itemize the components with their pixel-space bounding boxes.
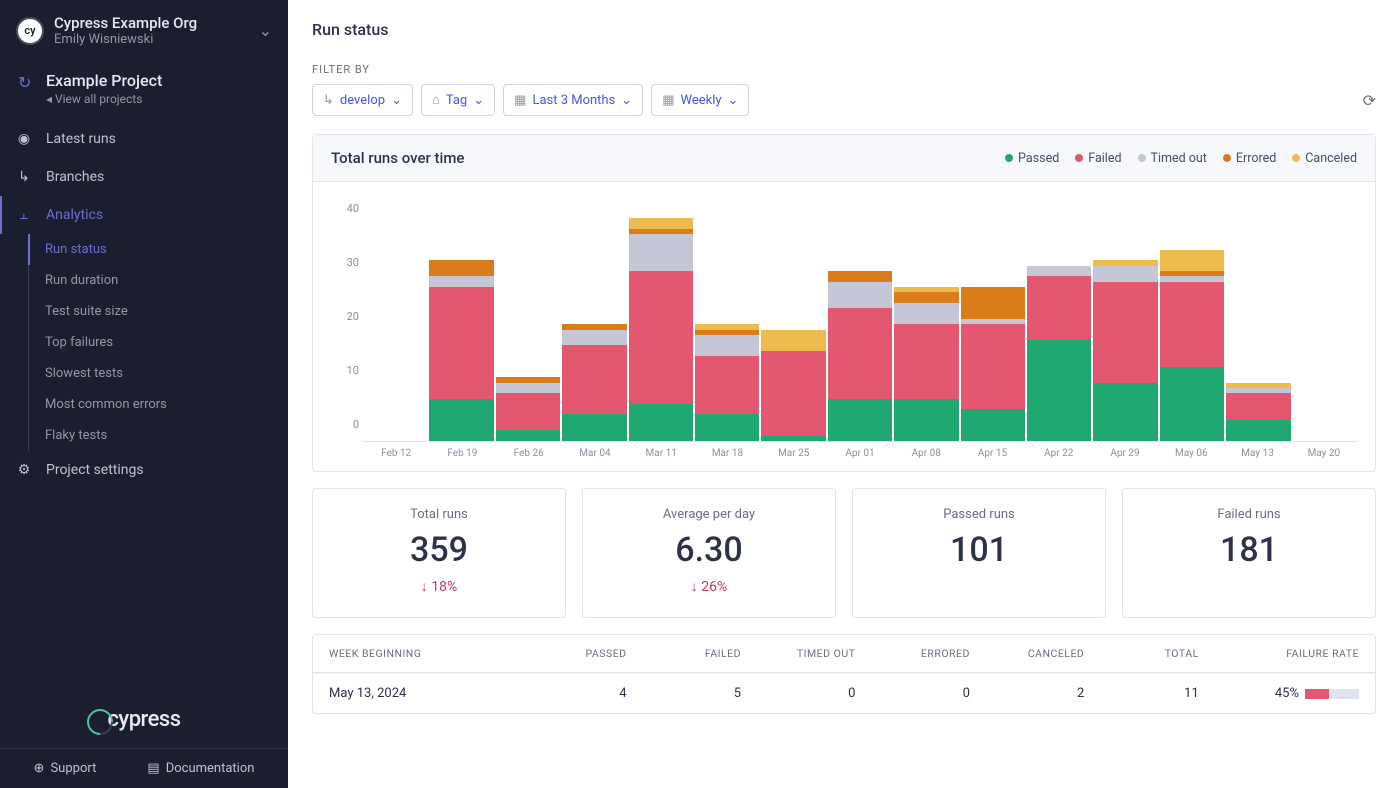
filter-tag[interactable]: ⌂ Tag ⌄ [421,84,495,116]
subnav-run-status[interactable]: Run status [28,234,288,265]
nav-branches[interactable]: ↳ Branches [0,158,288,196]
bar-column[interactable] [629,202,693,441]
sidebar: cy Cypress Example Org Emily Wisniewski … [0,0,288,788]
org-logo: cy [16,17,44,45]
check-circle-icon: ◉ [16,131,32,147]
support-label: Support [50,761,96,776]
nav-project-settings[interactable]: ⚙ Project settings [0,451,288,489]
chart-plot [363,202,1357,442]
bar-column[interactable] [1027,202,1091,441]
subnav-common-errors[interactable]: Most common errors [29,389,288,420]
kpi-card: Failed runs181 [1122,488,1376,618]
filter-by-label: Filter by [312,63,1376,76]
kpi-card: Average per day6.30↓ 26% [582,488,836,618]
subnav-slowest[interactable]: Slowest tests [29,358,288,389]
nav-label: Project settings [46,462,144,478]
branch-icon: ↳ [16,169,32,185]
filter-date-range[interactable]: ▦ Last 3 Months ⌄ [503,84,643,116]
gear-icon: ⚙ [16,462,32,478]
view-all-projects[interactable]: ◂ View all projects [46,92,272,106]
nav-latest-runs[interactable]: ◉ Latest runs [0,120,288,158]
runs-table: Week beginningPassedFailedTimed outError… [312,634,1376,714]
life-ring-icon: ⊕ [34,761,45,776]
chart-x-axis: Feb 12Feb 19Feb 26Mar 04Mar 11Mar 18Mar … [363,448,1357,459]
org-switcher[interactable]: cy Cypress Example Org Emily Wisniewski … [0,0,288,61]
kpi-row: Total runs359↓ 18%Average per day6.30↓ 2… [312,488,1376,618]
kpi-card: Passed runs101 [852,488,1106,618]
filter-range-label: Last 3 Months [532,93,615,108]
project-name: Example Project [46,71,272,90]
chart-title: Total runs over time [331,149,464,167]
chevron-down-icon: ⌄ [259,21,272,40]
bar-column[interactable] [429,202,493,441]
branch-icon: ↳ [323,93,334,108]
analytics-subnav: Run status Run duration Test suite size … [28,234,288,451]
chart-legend: Passed Failed Timed out Errored Canceled [1005,151,1357,166]
bar-column[interactable] [695,202,759,441]
project-block: ↻ Example Project ◂ View all projects [0,61,288,112]
book-icon: ▤ [147,761,159,776]
bar-column[interactable] [562,202,626,441]
filter-gran-label: Weekly [681,93,722,108]
bar-chart-icon: ⫠ [16,207,32,223]
legend-item: Failed [1075,151,1121,166]
footer-links: ⊕ Support ▤ Documentation [0,748,288,788]
bar-column[interactable] [496,202,560,441]
calendar-icon: ▦ [662,93,674,108]
nav-label: Branches [46,169,104,185]
calendar-icon: ▦ [514,93,526,108]
documentation-link[interactable]: ▤ Documentation [147,761,254,776]
page-title: Run status [312,20,1376,39]
chart-card: Total runs over time Passed Failed Timed o… [312,134,1376,472]
bar-column[interactable] [961,202,1025,441]
docs-label: Documentation [166,761,255,776]
nav-label: Analytics [46,207,103,223]
subnav-flaky[interactable]: Flaky tests [29,420,288,451]
filters: ↳ develop ⌄ ⌂ Tag ⌄ ▦ Last 3 Months ⌄ ▦ … [312,84,749,116]
subnav-top-failures[interactable]: Top failures [29,327,288,358]
view-all-label: View all projects [55,92,142,106]
bar-column[interactable] [1293,202,1357,441]
filter-branch-label: develop [340,93,385,108]
table-body: May 13, 2024450021145% [313,673,1375,713]
legend-item: Canceled [1292,151,1357,166]
nav-analytics[interactable]: ⫠ Analytics [0,196,288,234]
sync-icon: ↻ [18,73,31,92]
main-content: Run status Filter by ↳ develop ⌄ ⌂ Tag ⌄… [288,0,1400,788]
legend-item: Errored [1223,151,1276,166]
bar-column[interactable] [828,202,892,441]
bar-column[interactable] [363,202,427,441]
filter-granularity[interactable]: ▦ Weekly ⌄ [651,84,749,116]
filter-branch[interactable]: ↳ develop ⌄ [312,84,413,116]
bar-column[interactable] [894,202,958,441]
kpi-card: Total runs359↓ 18% [312,488,566,618]
nav: ◉ Latest runs ↳ Branches ⫠ Analytics Run… [0,120,288,489]
support-link[interactable]: ⊕ Support [34,761,97,776]
chevron-down-icon: ⌄ [391,93,402,108]
refresh-icon[interactable]: ⟳ [1363,91,1376,110]
nav-label: Latest runs [46,131,116,147]
bar-column[interactable] [1093,202,1157,441]
table-header: Week beginningPassedFailedTimed outError… [313,635,1375,673]
legend-item: Timed out [1138,151,1207,166]
subnav-run-duration[interactable]: Run duration [29,265,288,296]
org-user: Emily Wisniewski [54,32,249,47]
subnav-test-suite[interactable]: Test suite size [29,296,288,327]
org-name: Cypress Example Org [54,14,249,32]
tag-icon: ⌂ [432,92,440,108]
chevron-down-icon: ⌄ [728,93,739,108]
chart-y-axis: 403020100 [331,202,359,431]
chevron-down-icon: ⌄ [473,93,484,108]
table-row[interactable]: May 13, 2024450021145% [313,673,1375,713]
cypress-logo: cypress [0,691,288,748]
bar-column[interactable] [761,202,825,441]
legend-item: Passed [1005,151,1059,166]
chevron-down-icon: ⌄ [621,93,632,108]
bar-column[interactable] [1226,202,1290,441]
bar-column[interactable] [1160,202,1224,441]
filter-tag-label: Tag [446,93,467,108]
